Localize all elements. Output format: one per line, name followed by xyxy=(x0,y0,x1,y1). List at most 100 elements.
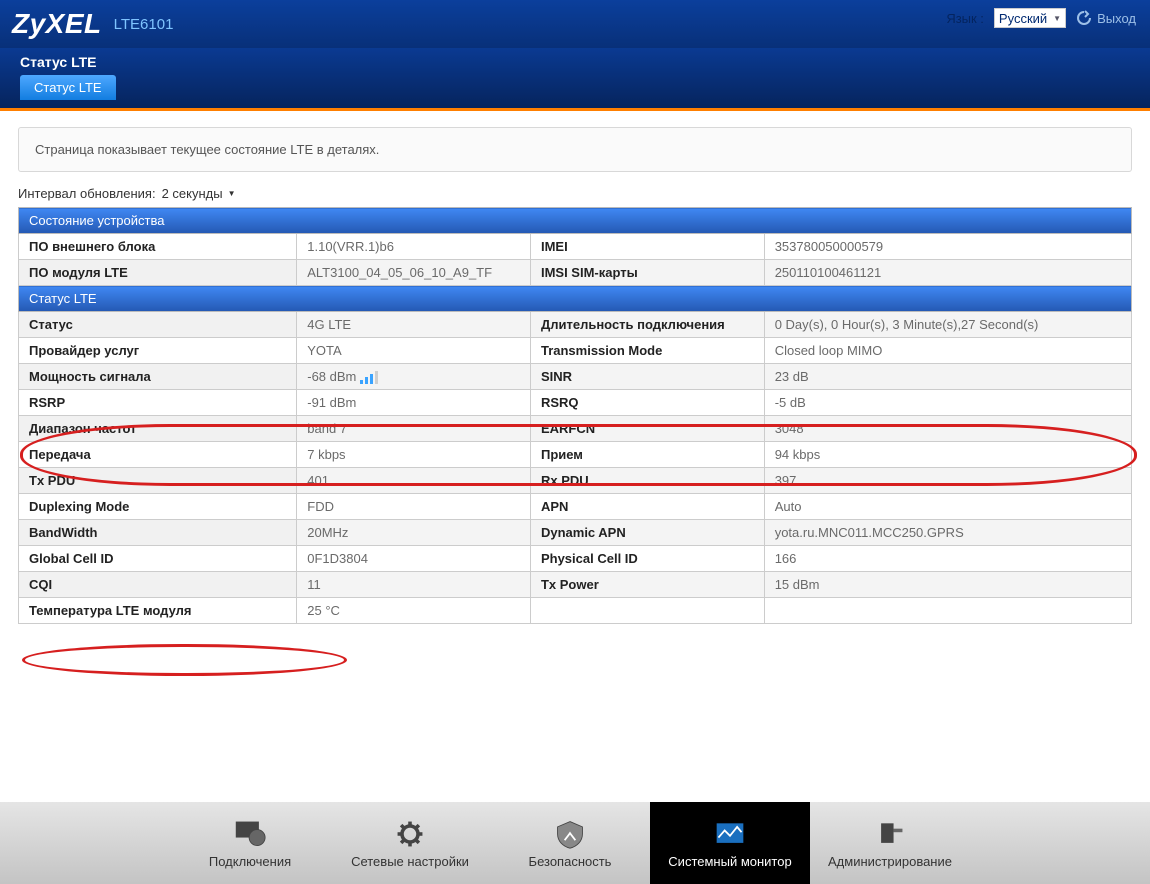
row-key: Rx PDU xyxy=(530,468,764,494)
row-key: Tx Power xyxy=(530,572,764,598)
row-key: ПО внешнего блока xyxy=(19,234,297,260)
nav-label: Подключения xyxy=(209,854,291,869)
logo: ZyXEL xyxy=(12,8,102,40)
nav-label: Сетевые настройки xyxy=(351,854,469,869)
table-row: BandWidth20MHzDynamic APNyota.ru.MNC011.… xyxy=(19,520,1132,546)
row-key: SINR xyxy=(530,364,764,390)
logout-icon xyxy=(1076,10,1092,26)
row-value: YOTA xyxy=(297,338,531,364)
row-value: Auto xyxy=(764,494,1131,520)
row-value: -68 dBm xyxy=(297,364,531,390)
table-row: Диапазон частотband 7EARFCN3048 xyxy=(19,416,1132,442)
row-key: IMSI SIM-карты xyxy=(530,260,764,286)
row-key: Transmission Mode xyxy=(530,338,764,364)
nav-connections[interactable]: Подключения xyxy=(170,802,330,884)
row-value: 4G LTE xyxy=(297,312,531,338)
chevron-down-icon: ▼ xyxy=(1053,14,1061,23)
description-panel: Страница показывает текущее состояние LT… xyxy=(18,127,1132,172)
table-row: ПО внешнего блока1.10(VRR.1)b6IMEI353780… xyxy=(19,234,1132,260)
nav-network-settings[interactable]: Сетевые настройки xyxy=(330,802,490,884)
row-key: Длительность подключения xyxy=(530,312,764,338)
table-row: Global Cell ID0F1D3804Physical Cell ID16… xyxy=(19,546,1132,572)
row-key: CQI xyxy=(19,572,297,598)
row-key: BandWidth xyxy=(19,520,297,546)
bottom-navbar: Подключения Сетевые настройки Безопаснос… xyxy=(0,802,1150,884)
refresh-value: 2 секунды xyxy=(162,186,223,201)
model-label: LTE6101 xyxy=(114,16,174,33)
table-row: ПО модуля LTEALT3100_04_05_06_10_A9_TFIM… xyxy=(19,260,1132,286)
row-value: 250110100461121 xyxy=(764,260,1131,286)
row-key: Мощность сигнала xyxy=(19,364,297,390)
nav-security[interactable]: Безопасность xyxy=(490,802,650,884)
row-value: 0 Day(s), 0 Hour(s), 3 Minute(s),27 Seco… xyxy=(764,312,1131,338)
table-row: Tx PDU401Rx PDU397 xyxy=(19,468,1132,494)
language-label: Язык : xyxy=(946,11,984,26)
row-key: EARFCN xyxy=(530,416,764,442)
row-key: Передача xyxy=(19,442,297,468)
row-value: FDD xyxy=(297,494,531,520)
row-value: 15 dBm xyxy=(764,572,1131,598)
table-row: Статус4G LTEДлительность подключения0 Da… xyxy=(19,312,1132,338)
row-value: yota.ru.MNC011.MCC250.GPRS xyxy=(764,520,1131,546)
nav-administration[interactable]: Администрирование xyxy=(810,802,970,884)
row-key: RSRP xyxy=(19,390,297,416)
section-header: Состояние устройства xyxy=(19,208,1132,234)
monitor-icon xyxy=(712,818,748,850)
row-key: Physical Cell ID xyxy=(530,546,764,572)
row-key: ПО модуля LTE xyxy=(19,260,297,286)
refresh-label: Интервал обновления: xyxy=(18,186,156,201)
row-value: 7 kbps xyxy=(297,442,531,468)
row-key: Провайдер услуг xyxy=(19,338,297,364)
row-value: 166 xyxy=(764,546,1131,572)
nav-label: Безопасность xyxy=(529,854,612,869)
row-value: 397 xyxy=(764,468,1131,494)
row-key: Прием xyxy=(530,442,764,468)
nav-system-monitor[interactable]: Системный монитор xyxy=(650,802,810,884)
language-value: Русский xyxy=(999,11,1047,26)
page-header: Статус LTE Статус LTE xyxy=(0,48,1150,108)
page-title: Статус LTE xyxy=(20,54,1130,70)
tab-lte-status[interactable]: Статус LTE xyxy=(20,75,116,100)
row-value: 353780050000579 xyxy=(764,234,1131,260)
chevron-down-icon: ▼ xyxy=(228,189,236,198)
annotation-oval-cqi xyxy=(22,644,347,676)
status-table: Состояние устройстваПО внешнего блока1.1… xyxy=(18,207,1132,624)
table-row: Мощность сигнала-68 dBmSINR23 dB xyxy=(19,364,1132,390)
language-select[interactable]: Русский ▼ xyxy=(994,8,1066,28)
table-row: Температура LTE модуля25 °C xyxy=(19,598,1132,624)
table-row: Передача7 kbpsПрием94 kbps xyxy=(19,442,1132,468)
table-row: RSRP-91 dBmRSRQ-5 dB xyxy=(19,390,1132,416)
connections-icon xyxy=(232,818,268,850)
row-key: Duplexing Mode xyxy=(19,494,297,520)
row-value: 1.10(VRR.1)b6 xyxy=(297,234,531,260)
gear-icon xyxy=(392,818,428,850)
logout-button[interactable]: Выход xyxy=(1076,10,1136,26)
row-key: Диапазон частот xyxy=(19,416,297,442)
row-value: ALT3100_04_05_06_10_A9_TF xyxy=(297,260,531,286)
row-value: 0F1D3804 xyxy=(297,546,531,572)
table-row: CQI11Tx Power15 dBm xyxy=(19,572,1132,598)
row-value: -5 dB xyxy=(764,390,1131,416)
table-row: Провайдер услугYOTATransmission ModeClos… xyxy=(19,338,1132,364)
row-key: APN xyxy=(530,494,764,520)
admin-icon xyxy=(872,818,908,850)
row-key: Dynamic APN xyxy=(530,520,764,546)
refresh-interval-select[interactable]: 2 секунды ▼ xyxy=(162,186,236,201)
row-key: Tx PDU xyxy=(19,468,297,494)
content-area: Страница показывает текущее состояние LT… xyxy=(0,111,1150,624)
row-value: Closed loop MIMO xyxy=(764,338,1131,364)
row-value: 20MHz xyxy=(297,520,531,546)
nav-label: Системный монитор xyxy=(668,854,791,869)
row-value xyxy=(764,598,1131,624)
signal-bars-icon xyxy=(360,371,378,384)
shield-icon xyxy=(552,818,588,850)
row-key xyxy=(530,598,764,624)
row-key: Статус xyxy=(19,312,297,338)
row-value: 11 xyxy=(297,572,531,598)
section-header: Статус LTE xyxy=(19,286,1132,312)
table-row: Duplexing ModeFDDAPNAuto xyxy=(19,494,1132,520)
nav-label: Администрирование xyxy=(828,854,952,869)
row-value: -91 dBm xyxy=(297,390,531,416)
row-key: RSRQ xyxy=(530,390,764,416)
row-key: Global Cell ID xyxy=(19,546,297,572)
